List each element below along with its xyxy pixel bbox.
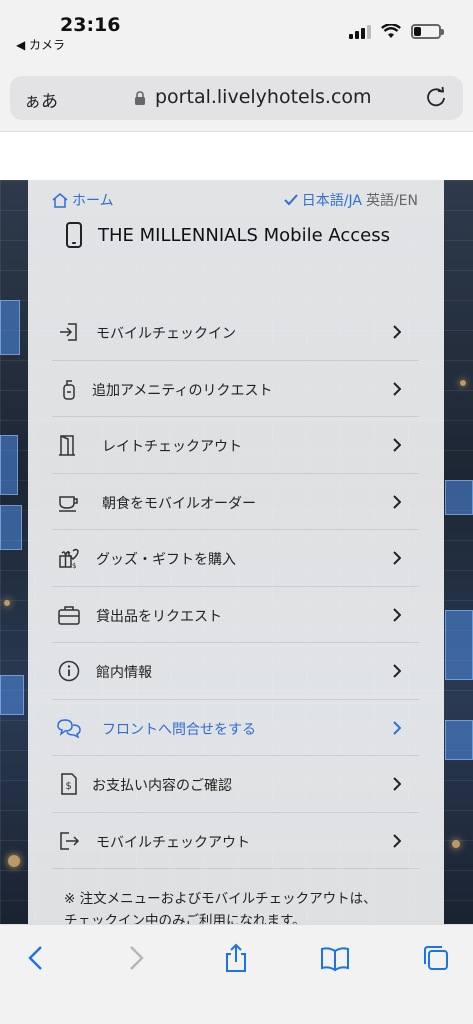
menu-item-label: モバイルチェックアウト [96,834,250,851]
browser-address-area: ぁあ portal.livelyhotels.com [0,58,473,132]
back-to-camera-link[interactable]: ◀ カメラ [16,36,65,53]
menu-item-mobile-checkout[interactable]: モバイルチェックアウト [52,813,419,869]
menu-item-late-checkout[interactable]: レイトチェックアウト [52,417,419,474]
chevron-right-icon [393,607,401,622]
menu-item-payment-details[interactable]: $ お支払い内容のご確認 [52,756,419,813]
home-link-label: ホーム [72,193,114,209]
tabs-icon[interactable] [421,943,451,973]
menu-item-amenity-request[interactable]: 追加アメニティのリクエスト [52,361,419,417]
chevron-right-icon [393,720,401,735]
menu-item-label: 朝食をモバイルオーダー [102,495,256,512]
home-link[interactable]: ホーム [52,190,114,210]
svg-text:$: $ [66,781,72,792]
chevron-right-icon [393,325,401,339]
menu-item-contact-front[interactable]: フロントへ問合せをする [52,700,419,756]
menu-item-label: モバイルチェックイン [96,326,236,342]
wifi-icon [381,24,401,38]
chevron-right-icon [393,833,401,848]
enter-icon [60,323,77,341]
chevron-right-icon [393,551,401,565]
bookmarks-icon[interactable] [320,943,350,973]
menu-item-label: 貸出品をリクエスト [96,608,222,625]
browser-toolbar [0,924,473,1024]
chevron-right-icon [393,777,401,791]
briefcase-icon [58,605,80,625]
forward-arrow-icon[interactable] [120,943,150,973]
language-switcher: 日本語/JA 英語/EN [284,190,418,210]
menu-item-label: 追加アメニティのリクエスト [92,382,273,399]
chevron-right-icon [393,381,401,396]
language-option-ja[interactable]: 日本語/JA [302,190,362,210]
back-arrow-icon[interactable] [22,943,52,973]
door-icon [59,435,75,456]
menu-item-facility-info[interactable]: 館内情報 [52,643,419,700]
share-icon[interactable] [221,943,251,973]
home-icon [52,192,68,208]
reload-icon[interactable] [425,86,447,108]
menu-item-rental-request[interactable]: 貸出品をリクエスト [52,587,419,643]
text-size-button[interactable]: ぁあ [24,87,58,112]
menu-item-mobile-checkin[interactable]: モバイルチェックイン [52,304,419,361]
menu-item-label: 館内情報 [96,665,152,681]
menu-item-label: フロントへ問合せをする [102,721,256,738]
status-icons [349,24,444,39]
svg-text:$: $ [72,562,76,569]
usage-note-line1: ※ 注文メニューおよびモバイルチェックアウトは、 [64,891,377,907]
lock-icon [135,91,145,105]
menu-item-label: レイトチェックアウト [102,439,242,455]
top-navigation: ホーム 日本語/JA 英語/EN [52,190,418,212]
address-bar[interactable]: ぁあ portal.livelyhotels.com [10,76,463,120]
battery-icon [411,24,444,39]
coffee-cup-icon [59,495,78,512]
menu-item-label: グッズ・ギフトを購入 [96,552,236,568]
exit-icon [60,831,80,850]
chevron-right-icon [393,664,401,678]
status-bar: 23:16 ◀ カメラ [0,0,473,58]
language-option-en[interactable]: 英語/EN [366,190,418,210]
checkmark-icon [284,194,298,206]
info-icon [58,660,80,682]
menu-item-goods-gift[interactable]: $ グッズ・ギフトを購入 [52,530,419,587]
chevron-right-icon [393,494,401,509]
chevron-right-icon [393,438,401,452]
status-time: 23:16 [60,14,121,36]
page-title: THE MILLENNIALS Mobile Access [66,222,390,248]
service-menu: モバイルチェックイン 追加アメニティのリクエスト レイトチェックアウト 朝食をモ… [52,304,419,869]
amenity-bottle-icon [63,379,75,400]
page-title-text: THE MILLENNIALS Mobile Access [98,224,391,246]
content-panel: ホーム 日本語/JA 英語/EN THE MILLENNIALS Mobile … [28,180,444,929]
chat-icon [57,718,81,738]
menu-item-label: お支払い内容のご確認 [92,778,232,794]
gift-icon: $ [59,548,79,569]
url-text: portal.livelyhotels.com [155,86,372,108]
menu-item-breakfast-order[interactable]: 朝食をモバイルオーダー [52,474,419,530]
cellular-signal-icon [349,24,371,39]
mobile-phone-icon [66,222,82,248]
receipt-icon: $ [61,773,77,795]
